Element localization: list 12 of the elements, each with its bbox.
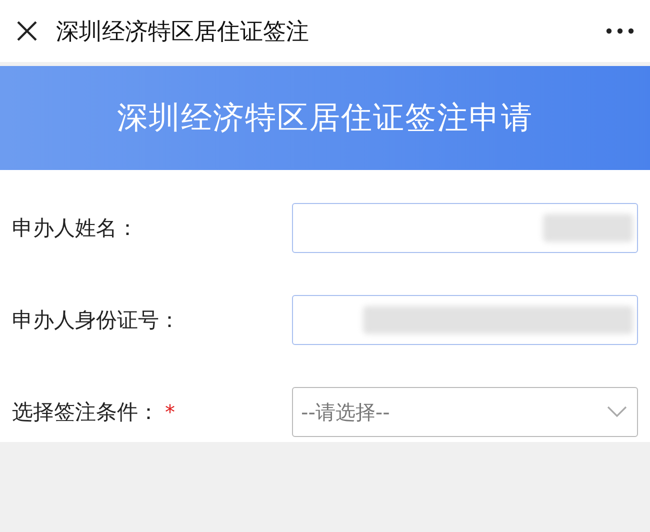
field-label: 申办人身份证号： — [12, 307, 180, 334]
more-icon[interactable] — [606, 28, 634, 34]
field-label: 选择签注条件： — [12, 399, 159, 426]
input-field[interactable] — [292, 295, 638, 345]
banner-title: 深圳经济特区居住证签注申请 — [117, 99, 533, 138]
chevron-down-icon — [607, 406, 627, 418]
page-title: 深圳经济特区居住证签注 — [56, 18, 310, 46]
select-field[interactable]: --请选择-- — [292, 387, 638, 437]
field-label: 申办人姓名： — [12, 215, 138, 242]
required-mark: * — [165, 400, 175, 424]
input-field[interactable] — [292, 203, 638, 253]
close-icon[interactable] — [16, 20, 38, 42]
